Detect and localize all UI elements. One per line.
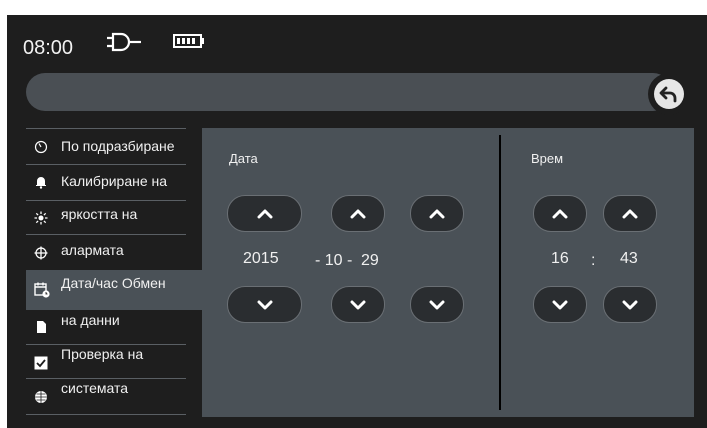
title-bar — [26, 73, 672, 111]
checkbox-icon — [34, 356, 48, 370]
hour-up-button[interactable] — [533, 195, 587, 232]
month-up-button[interactable] — [331, 195, 385, 232]
battery-icon — [173, 34, 205, 53]
sidebar-item-alarm[interactable]: алармата — [26, 234, 186, 270]
device-screen: 08:00 По подразбиране Калибриране на ярк… — [7, 15, 707, 428]
year-down-button[interactable] — [227, 286, 302, 323]
sidebar-item-label: яркостта на — [61, 206, 138, 222]
day-up-button[interactable] — [410, 195, 464, 232]
sidebar-item-label: алармата — [61, 242, 124, 258]
year-value: 2015 — [243, 250, 279, 267]
calendar-clock-icon — [34, 282, 50, 298]
month-down-button[interactable] — [331, 286, 385, 323]
minute-up-button[interactable] — [603, 195, 657, 232]
sidebar-item-datetime[interactable]: Дата/час Обмен — [26, 270, 186, 310]
day-value: 29 — [361, 252, 379, 269]
back-arrow-icon — [654, 79, 684, 109]
date-heading: Дата — [229, 151, 258, 166]
power-plug-icon — [105, 31, 145, 58]
sidebar-item-label: По подразбиране — [61, 138, 175, 154]
time-heading: Врем — [531, 151, 564, 166]
sd-card-icon — [34, 320, 48, 334]
clock-display: 08:00 — [23, 37, 74, 59]
sidebar-item-system[interactable]: системата — [26, 378, 186, 414]
globe-icon — [34, 390, 48, 404]
hour-down-button[interactable] — [533, 286, 587, 323]
sidebar-item-label: Калибриране на — [61, 173, 168, 189]
minute-down-button[interactable] — [603, 286, 657, 323]
gauge-icon — [34, 140, 48, 154]
bell-icon — [34, 175, 48, 189]
sidebar-item-label: Дата/час Обмен — [61, 275, 166, 291]
panel-divider — [499, 135, 501, 410]
sidebar-item-label: Проверка на — [61, 346, 144, 362]
brightness-icon — [34, 211, 48, 225]
sidebar-item-calibration[interactable]: Калибриране на — [26, 164, 186, 200]
sidebar-item-label: на данни — [61, 312, 120, 328]
sidebar-item-system-check[interactable]: Проверка на — [26, 344, 186, 378]
day-down-button[interactable] — [410, 286, 464, 323]
divider — [26, 414, 186, 415]
year-up-button[interactable] — [227, 195, 302, 232]
minute-value: 43 — [620, 250, 638, 267]
datetime-panel — [202, 128, 694, 417]
sidebar-item-data-exchange[interactable]: на данни — [26, 310, 186, 344]
sidebar-item-default[interactable]: По подразбиране — [26, 128, 186, 164]
month-value: - 10 - — [315, 252, 353, 269]
hour-value: 16 — [551, 250, 569, 267]
sidebar-item-label: системата — [61, 380, 129, 396]
crosshair-icon — [34, 246, 48, 260]
back-button[interactable] — [648, 73, 690, 115]
time-separator: : — [591, 252, 596, 269]
sidebar-item-brightness[interactable]: яркостта на — [26, 200, 186, 234]
